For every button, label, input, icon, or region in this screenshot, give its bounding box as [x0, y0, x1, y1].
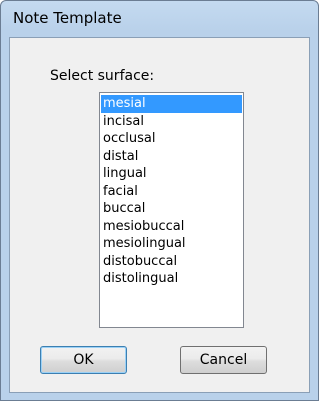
list-item[interactable]: lingual: [101, 165, 242, 183]
list-item[interactable]: mesiobuccal: [101, 218, 242, 236]
list-item[interactable]: facial: [101, 183, 242, 201]
list-item[interactable]: buccal: [101, 200, 242, 218]
select-surface-label: Select surface:: [50, 68, 155, 84]
list-item[interactable]: occlusal: [101, 130, 242, 148]
list-item[interactable]: distal: [101, 148, 242, 166]
list-item[interactable]: distobuccal: [101, 253, 242, 271]
title-bar[interactable]: Note Template: [1, 1, 318, 36]
list-item[interactable]: mesiolingual: [101, 235, 242, 253]
window-title: Note Template: [13, 9, 122, 27]
cancel-button[interactable]: Cancel: [180, 346, 267, 374]
dialog-client-area: Select surface: mesial incisal occlusal …: [9, 37, 310, 393]
note-template-window: Note Template Select surface: mesial inc…: [0, 0, 319, 401]
surface-listbox[interactable]: mesial incisal occlusal distal lingual f…: [99, 92, 244, 328]
list-item[interactable]: distolingual: [101, 270, 242, 288]
list-item[interactable]: mesial: [101, 95, 242, 113]
list-item[interactable]: incisal: [101, 113, 242, 131]
ok-button[interactable]: OK: [40, 346, 127, 374]
